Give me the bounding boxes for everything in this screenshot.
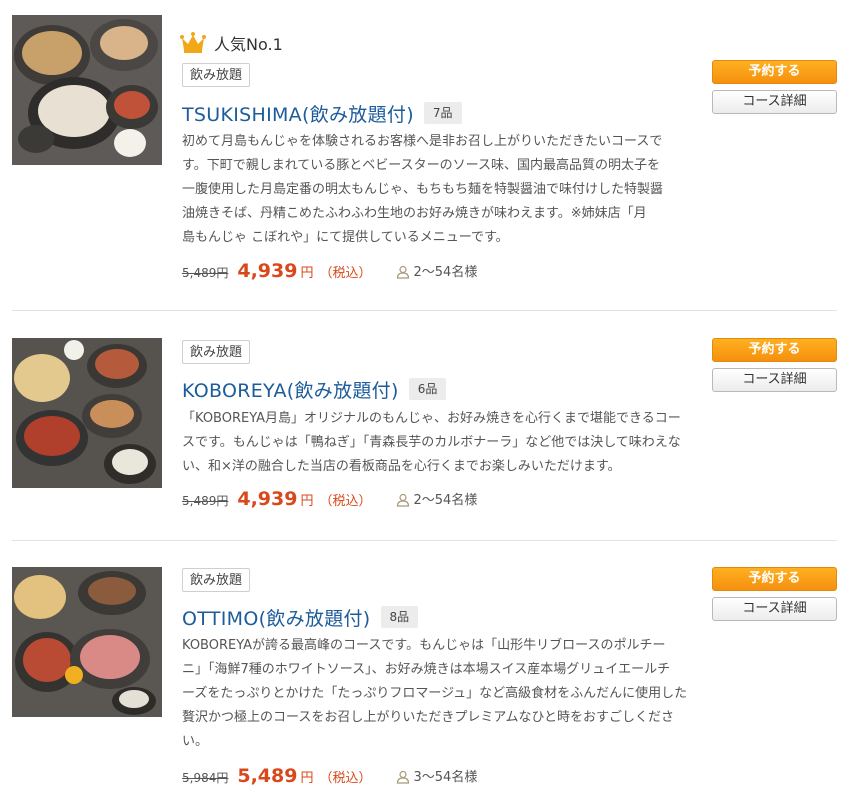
party-size: 3〜54名様 [396,766,478,785]
course-photo[interactable] [12,567,162,717]
tax-label: （税込） [319,771,372,786]
course-title: OTTIMO(飲み放題付) 8品 [182,603,419,631]
description-line: 贅沢かつ極上のコースをお召し上がりいただきプレミアムなひと時をおすごしくださ [182,710,675,725]
item-count-badge: 7品 [423,102,462,124]
original-price: 5,489円 [182,266,229,280]
person-icon [396,265,409,279]
drink-plan-tag: 飲み放題 [182,568,251,592]
description-line: い。 [182,734,209,749]
description-line: スです。もんじゃは「鴨ねぎ」「青森長芋のカルボナーラ」など他では決して味わえな [182,435,681,450]
drink-plan-tag: 飲み放題 [182,63,251,87]
description-line: ニ」「海鮮7種のホワイトソース」、お好み焼きは本場スイス産本場グリュイエールチ [182,662,671,677]
price-row: 5,489円 4,939 円 （税込） 2〜54名様 [182,488,477,514]
discount-price: 4,939 [237,260,298,282]
price-currency: 円 [300,494,314,509]
tax-label: （税込） [319,266,372,281]
party-size-text: 2〜54名様 [413,264,478,280]
course-detail-button[interactable]: コース詳細 [712,368,837,392]
description-line: す。下町で親しまれている豚とベビースターのソース味、国内最高品質の明太子を [182,158,661,173]
price-row: 5,489円 4,939 円 （税込） 2〜54名様 [182,260,477,286]
discount-price: 5,489 [237,765,298,787]
course-title: TSUKISHIMA(飲み放題付) 7品 [182,99,462,127]
course-detail-button[interactable]: コース詳細 [712,90,837,114]
divider [12,310,837,311]
reserve-button[interactable]: 予約する [712,567,837,591]
crown-icon [180,32,206,53]
price-currency: 円 [300,771,314,786]
popularity-rank: 人気No.1 [180,29,283,57]
person-icon [396,770,409,784]
item-count-badge: 6品 [408,378,447,400]
course-name-link[interactable]: OTTIMO(飲み放題付) [182,604,371,631]
reserve-button[interactable]: 予約する [712,60,837,84]
course-description: 初めて月島もんじゃを体験されるお客様へ是非お召し上がりいただきたいコースで す。… [182,130,702,250]
tax-label: （税込） [319,494,372,509]
description-line: 島もんじゃ こぼれや」にて提供しているメニューです。 [182,230,509,245]
discount-price: 4,939 [237,488,298,510]
course-description: 「KOBOREYA月島」オリジナルのもんじゃ、お好み焼きを心行くまで堪能できるコ… [182,407,702,479]
course-title: KOBOREYA(飲み放題付) 6品 [182,375,447,403]
course-photo[interactable] [12,15,162,165]
description-line: い、和×洋の融合した当店の看板商品を心行くまでお楽しみいただけます。 [182,459,621,474]
price-row: 5,984円 5,489 円 （税込） 3〜54名様 [182,765,477,791]
divider [12,540,837,541]
course-detail-button[interactable]: コース詳細 [712,597,837,621]
party-size-text: 3〜54名様 [413,769,478,785]
rank-label: 人気No.1 [214,35,283,54]
person-icon [396,493,409,507]
party-size: 2〜54名様 [396,489,478,508]
course-name-link[interactable]: KOBOREYA(飲み放題付) [182,376,399,403]
item-count-badge: 8品 [380,606,419,628]
description-line: KOBOREYAが誇る最高峰のコースです。もんじゃは「山形牛リブロースのポルチー [182,638,666,653]
description-line: 一腹使用した月島定番の明太もんじゃ、もちもち麺を特製醤油で味付けした特製醤 [182,182,664,197]
price-currency: 円 [300,266,314,281]
original-price: 5,984円 [182,771,229,785]
reserve-button[interactable]: 予約する [712,338,837,362]
description-line: 油焼きそば、丹精こめたふわふわ生地のお好み焼きが味わえます。※姉妹店「月 [182,206,647,221]
course-name-link[interactable]: TSUKISHIMA(飲み放題付) [182,100,414,127]
description-line: ーズをたっぷりとかけた「たっぷりフロマージュ」など高級食材をふんだんに使用した [182,686,688,701]
drink-plan-tag: 飲み放題 [182,340,251,364]
course-photo[interactable] [12,338,162,488]
course-description: KOBOREYAが誇る最高峰のコースです。もんじゃは「山形牛リブロースのポルチー… [182,634,702,754]
party-size-text: 2〜54名様 [413,492,478,508]
original-price: 5,489円 [182,494,229,508]
party-size: 2〜54名様 [396,261,478,280]
description-line: 「KOBOREYA月島」オリジナルのもんじゃ、お好み焼きを心行くまで堪能できるコ… [182,411,681,426]
description-line: 初めて月島もんじゃを体験されるお客様へ是非お召し上がりいただきたいコースで [182,134,663,149]
